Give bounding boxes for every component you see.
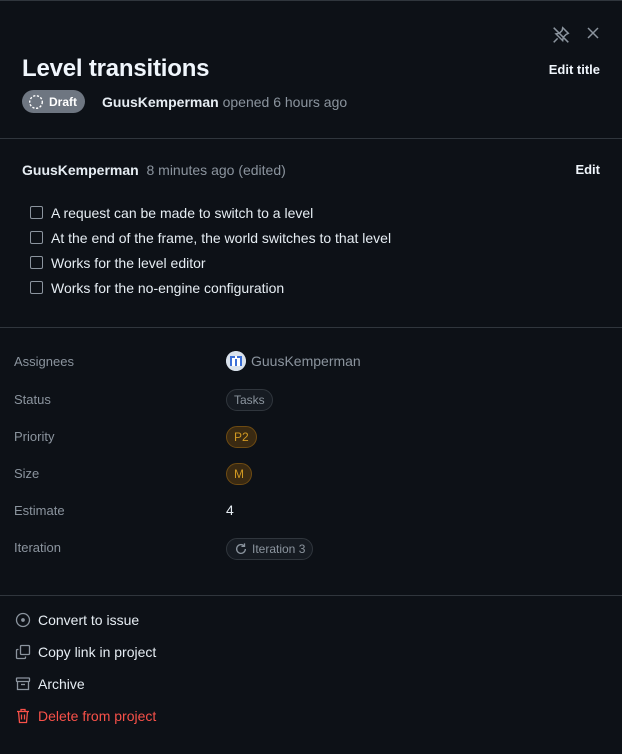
task-checkbox[interactable] <box>30 256 43 269</box>
copy-link-button[interactable]: Copy link in project <box>14 643 156 661</box>
task-label: A request can be made to switch to a lev… <box>51 204 314 221</box>
copy-icon <box>14 643 32 661</box>
task-item: A request can be made to switch to a lev… <box>30 200 391 225</box>
convert-label: Convert to issue <box>38 612 140 628</box>
edit-title-button[interactable]: Edit title <box>549 62 600 77</box>
comment-author[interactable]: GuusKemperman <box>22 162 139 178</box>
status-value[interactable]: Tasks <box>226 389 273 411</box>
task-label: At the end of the frame, the world switc… <box>51 229 392 246</box>
divider <box>0 595 622 596</box>
iteration-value[interactable]: Iteration 3 <box>226 538 314 560</box>
status-pill: Tasks <box>226 389 273 411</box>
divider <box>0 327 622 328</box>
page-title: Level transitions <box>22 55 210 82</box>
archive-label: Archive <box>38 676 85 692</box>
status-label: Status <box>14 392 51 407</box>
trash-icon <box>14 707 32 725</box>
archive-icon <box>14 675 32 693</box>
task-list: A request can be made to switch to a lev… <box>30 200 391 300</box>
size-pill: M <box>226 463 252 485</box>
size-value[interactable]: M <box>226 463 252 485</box>
opened-text: opened 6 hours ago <box>222 94 348 110</box>
comment-header: GuusKemperman 8 minutes ago (edited) <box>22 162 286 178</box>
estimate-label: Estimate <box>14 503 65 518</box>
status-badge-label: Draft <box>49 94 78 109</box>
issue-opened-icon <box>14 611 32 629</box>
status-badge: Draft <box>22 90 86 113</box>
task-label: Works for the level editor <box>51 254 206 271</box>
task-checkbox[interactable] <box>30 281 43 294</box>
priority-label: Priority <box>14 429 55 444</box>
delete-from-project-button[interactable]: Delete from project <box>14 707 156 725</box>
task-label: Works for the no-engine configuration <box>51 279 285 296</box>
divider <box>0 138 622 139</box>
iteration-text: Iteration 3 <box>252 542 306 556</box>
estimate-value[interactable]: 4 <box>226 502 234 518</box>
size-label: Size <box>14 466 40 481</box>
priority-pill: P2 <box>226 426 257 448</box>
iteration-label: Iteration <box>14 540 61 555</box>
task-item: Works for the level editor <box>30 250 391 275</box>
delete-label: Delete from project <box>38 708 157 724</box>
opened-meta: GuusKemperman opened 6 hours ago <box>102 94 347 110</box>
priority-value[interactable]: P2 <box>226 426 257 448</box>
iteration-icon <box>235 543 247 554</box>
convert-to-issue-button[interactable]: Convert to issue <box>14 611 139 629</box>
task-checkbox[interactable] <box>30 206 43 219</box>
copy-link-label: Copy link in project <box>38 644 157 660</box>
edit-comment-button[interactable]: Edit <box>575 162 600 177</box>
author-link[interactable]: GuusKemperman <box>102 94 219 110</box>
assignee-name: GuusKemperman <box>251 353 361 369</box>
iteration-pill: Iteration 3 <box>226 538 314 560</box>
task-item: At the end of the frame, the world switc… <box>30 225 391 250</box>
task-item: Works for the no-engine configuration <box>30 275 391 300</box>
close-icon[interactable] <box>583 23 603 43</box>
archive-button[interactable]: Archive <box>14 675 85 693</box>
draft-icon <box>28 94 44 109</box>
avatar <box>226 351 246 371</box>
assignees-label: Assignees <box>14 354 74 369</box>
task-checkbox[interactable] <box>30 231 43 244</box>
comment-meta: 8 minutes ago (edited) <box>146 162 286 178</box>
unpin-icon[interactable] <box>551 25 571 45</box>
top-border <box>0 0 622 1</box>
assignees-value[interactable]: GuusKemperman <box>226 351 361 371</box>
